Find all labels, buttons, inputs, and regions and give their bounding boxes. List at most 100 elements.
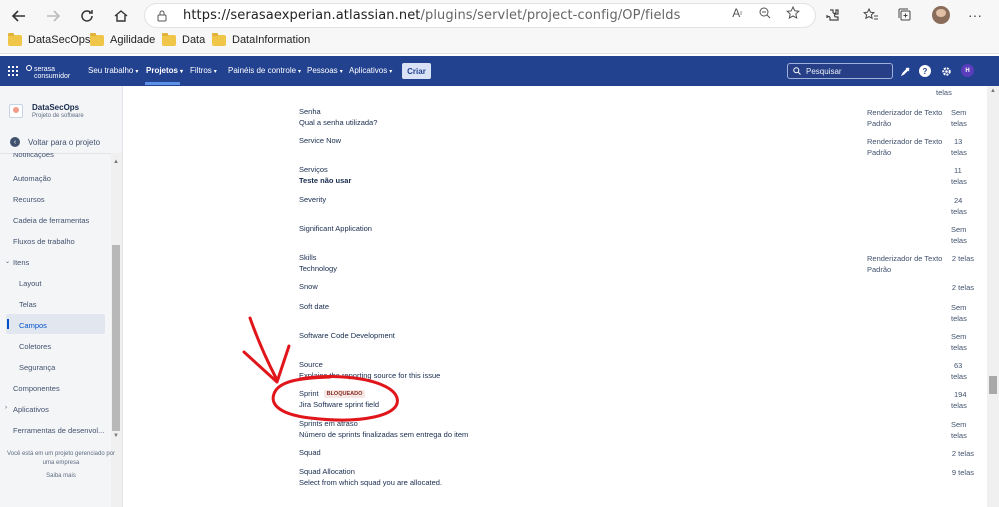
field-screens[interactable]: 2 telas [936,448,974,459]
refresh-icon[interactable] [76,5,98,27]
field-screens[interactable]: Sem telas [951,302,987,324]
sidebar-item-coletores[interactable]: Coletores [19,342,51,351]
field-screens[interactable]: 2 telas [936,253,974,264]
bookmark-agilidade[interactable]: Agilidade [90,32,155,46]
sidebar-item-automacao[interactable]: Automação [13,174,51,183]
folder-icon [8,32,22,46]
sidebar-item-campos[interactable]: Campos [19,321,47,330]
locked-badge: BLOQUEADO [323,390,366,398]
learn-more-link[interactable]: Saiba mais [0,472,122,481]
sidebar-item-fluxos-trabalho[interactable]: Fluxos de trabalho [13,237,75,246]
lock-icon[interactable] [155,9,169,23]
sidebar-item-itens[interactable]: Itens [13,258,29,267]
field-screens[interactable]: telas [936,87,976,98]
field-description: Teste não usar [299,176,352,185]
field-name[interactable]: Source [299,360,323,369]
field-screens[interactable]: 9 telas [936,467,974,478]
sidebar-item-seguranca[interactable]: Segurança [19,363,55,372]
app-switcher-icon[interactable] [8,66,18,76]
scroll-up-icon[interactable]: ▲ [113,159,119,165]
add-favorite-icon[interactable] [784,4,802,22]
help-icon[interactable]: ? [919,65,931,77]
field-name[interactable]: Sprints em atraso [299,419,358,428]
create-button[interactable]: Criar [402,63,431,79]
nav-pessoas[interactable]: Pessoas ▾ [307,66,343,75]
scroll-down-icon[interactable]: ▼ [113,433,119,439]
chevron-right-icon[interactable]: › [5,405,7,411]
back-to-project-button[interactable]: ‹ Voltar para o projeto [10,137,100,147]
nav-seu-trabalho[interactable]: Seu trabalho ▾ [88,66,138,75]
field-description: Número de sprints finalizadas sem entreg… [299,430,469,439]
field-name[interactable]: Significant Application [299,224,372,233]
jira-top-nav: serasa consumidor Seu trabalho ▾ Projetos ▾… [0,56,999,86]
field-name[interactable]: Senha [299,107,321,116]
bookmark-data[interactable]: Data [162,32,205,46]
scroll-up-icon[interactable]: ▲ [990,88,996,94]
field-screens[interactable]: 194 telas [951,389,987,411]
more-menu-icon[interactable]: ··· [966,6,984,24]
nav-projetos[interactable]: Projetos ▾ [146,66,183,75]
field-renderer: Renderizador de Texto Padrão [867,137,943,157]
field-screens[interactable]: 24 telas [951,195,987,217]
nav-aplicativos[interactable]: Aplicativos ▾ [349,66,392,75]
bookmark-datainformation[interactable]: DataInformation [212,32,310,46]
nav-filtros[interactable]: Filtros ▾ [190,66,217,75]
read-aloud-icon[interactable]: Aι [728,4,746,22]
field-name[interactable]: Snow [299,282,318,291]
project-avatar[interactable] [9,104,23,118]
browser-toolbar: https://serasaexperian.atlassian.net/plu… [0,0,999,30]
field-screens[interactable]: 13 telas [951,136,987,158]
field-screens[interactable]: 2 telas [936,282,974,293]
url-text[interactable]: https://serasaexperian.atlassian.net/plu… [183,8,680,23]
field-screens[interactable]: Sem telas [951,107,987,129]
field-name[interactable]: Service Now [299,136,341,145]
favorites-icon[interactable] [862,6,880,24]
field-name[interactable]: Serviços [299,165,328,174]
sidebar-item-telas[interactable]: Telas [19,300,37,309]
serasa-logo[interactable]: serasa consumidor [26,65,70,80]
notifications-icon[interactable] [899,65,911,77]
forward-arrow-icon[interactable] [42,5,64,27]
sidebar-item-cadeia-ferramentas[interactable]: Cadeia de ferramentas [13,216,89,225]
sidebar-item-aplicativos[interactable]: Aplicativos [13,405,49,414]
field-name[interactable]: Sprint BLOQUEADO [299,389,366,398]
back-arrow-icon[interactable] [8,5,30,27]
nav-paineis[interactable]: Painéis de controle ▾ [228,66,301,75]
arrow-left-icon: ‹ [10,137,20,147]
field-screens[interactable]: Sem telas [951,419,987,441]
field-name[interactable]: Squad [299,448,321,457]
sidebar-item-layout[interactable]: Layout [19,279,42,288]
collections-icon[interactable] [896,6,914,24]
zoom-icon[interactable] [756,4,774,22]
chevron-down-icon[interactable]: ⌄ [5,258,10,265]
field-name[interactable]: Skills [299,253,317,262]
sidebar-scroll-thumb[interactable] [112,245,120,431]
field-screens[interactable]: 63 telas [951,360,987,382]
sidebar-footer: Você está em um projeto gerenciado por u… [0,450,122,481]
bookmark-datasecops[interactable]: DataSecOps [8,32,90,46]
sidebar-item-notificacoes[interactable]: Notificações [13,153,54,160]
settings-gear-icon[interactable] [940,65,952,77]
field-screens[interactable]: Sem telas [951,331,987,353]
sidebar-item-componentes[interactable]: Componentes [13,384,60,393]
field-name[interactable]: Severity [299,195,326,204]
search-input[interactable]: Pesquisar [787,63,893,79]
project-type: Projeto de software [32,113,84,119]
extensions-icon[interactable] [824,6,842,24]
main-scroll-thumb[interactable] [989,376,997,394]
browser-profile-avatar[interactable] [932,6,950,24]
folder-icon [90,32,104,46]
field-name[interactable]: Soft date [299,302,329,311]
field-screens[interactable]: 11 telas [951,165,987,187]
sidebar-item-recursos[interactable]: Recursos [13,195,45,204]
nav-active-indicator [145,82,180,85]
field-screens[interactable]: Sem telas [951,224,987,246]
address-bar[interactable]: https://serasaexperian.atlassian.net/plu… [144,3,816,28]
sidebar-item-ferramentas-desenvolvimento[interactable]: Ferramentas de desenvol... [13,426,104,435]
bookmarks-bar: DataSecOps Agilidade Data DataInformatio… [0,30,999,54]
field-name[interactable]: Squad Allocation [299,467,355,476]
field-name[interactable]: Software Code Development [299,331,395,340]
main-scrollbar[interactable]: ▲ [987,86,999,507]
home-icon[interactable] [110,5,132,27]
user-avatar[interactable]: H [961,64,974,77]
